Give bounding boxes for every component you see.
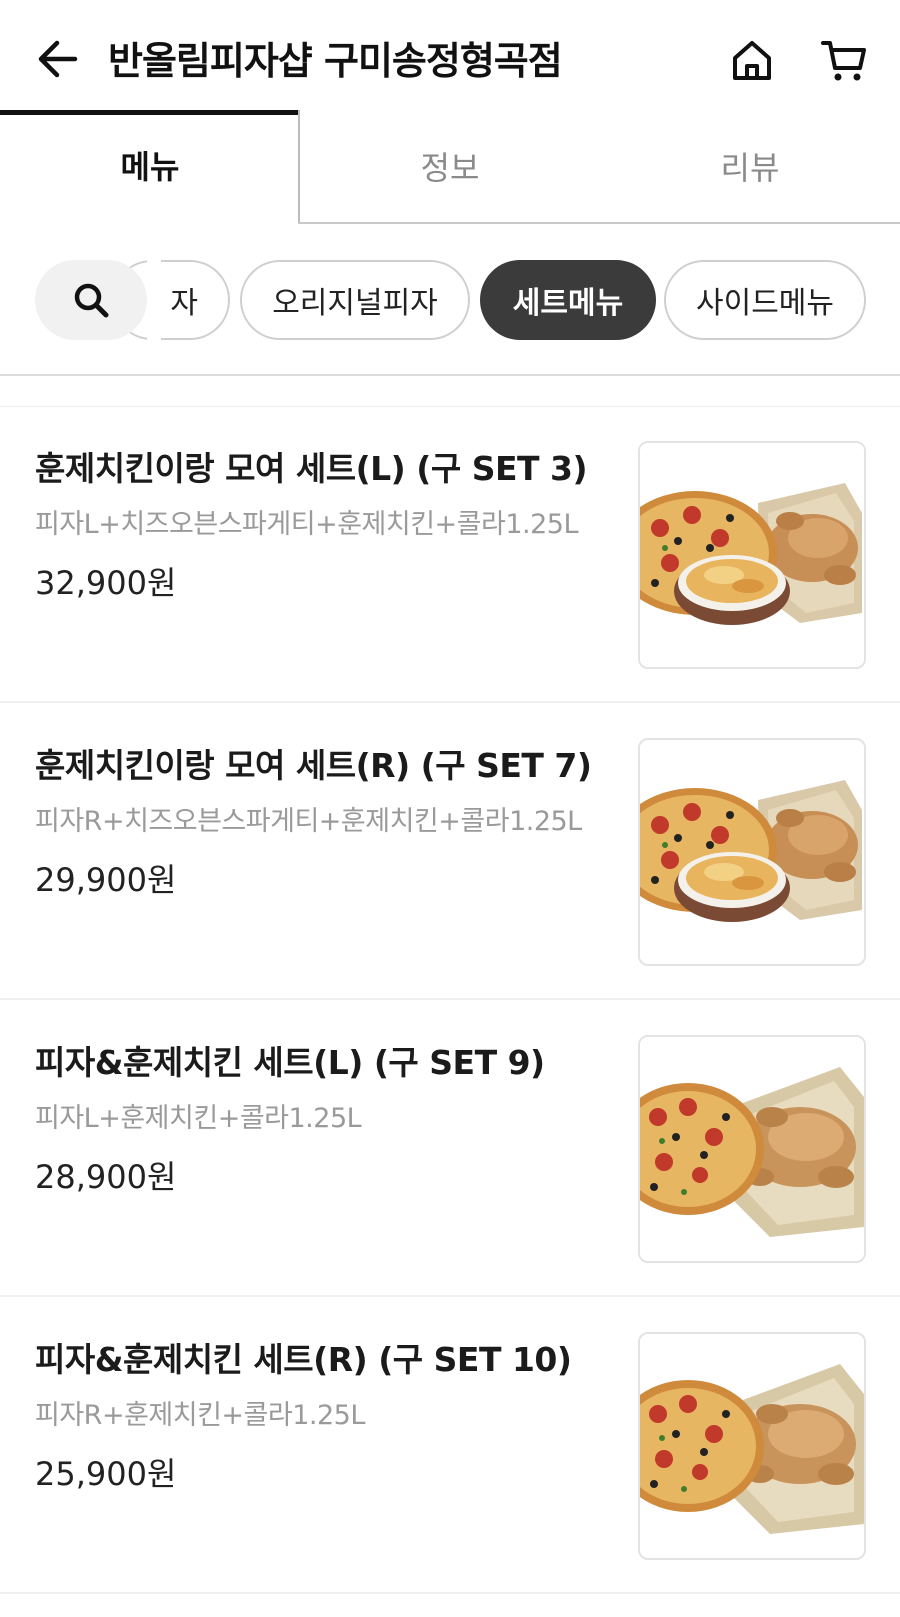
app-header: 반올림피자샵 구미송정형곡점 <box>0 0 900 110</box>
chip-label: 세트메뉴 <box>512 286 624 321</box>
tab-divider <box>298 110 300 224</box>
arrow-left-icon <box>38 40 78 78</box>
chip-label: 오리지널피자 <box>272 286 438 321</box>
menu-list: 훈제치킨이랑 모여 세트(L) (구 SET 3) 피자L+치즈오븐스파게티+훈… <box>0 406 900 1594</box>
menu-item-name: 피자&훈제치킨 세트(R) (구 SET 10) <box>35 1340 572 1379</box>
chip-label: 사이드메뉴 <box>696 286 834 321</box>
menu-item[interactable]: 피자&훈제치킨 세트(R) (구 SET 10) 피자R+훈제치킨+콜라1.25… <box>0 1297 900 1594</box>
menu-item-image <box>638 441 866 669</box>
cart-button[interactable] <box>818 34 870 86</box>
pizza-chicken-image <box>640 1037 864 1261</box>
section-gap <box>0 376 900 407</box>
category-chip-bar[interactable]: 자 오리지널피자 세트메뉴 사이드메뉴 <box>0 224 900 374</box>
menu-item-price: 28,900원 <box>35 1158 177 1196</box>
menu-item-image <box>638 1035 866 1263</box>
menu-item-description: 피자R+훈제치킨+콜라1.25L <box>35 1400 365 1431</box>
menu-item-image <box>638 1332 866 1560</box>
menu-item[interactable]: 훈제치킨이랑 모여 세트(L) (구 SET 3) 피자L+치즈오븐스파게티+훈… <box>0 406 900 703</box>
chip-side-menu[interactable]: 사이드메뉴 <box>664 260 866 340</box>
chip-set-menu[interactable]: 세트메뉴 <box>480 260 656 340</box>
menu-item-description: 피자L+훈제치킨+콜라1.25L <box>35 1103 362 1134</box>
menu-item-name: 피자&훈제치킨 세트(L) (구 SET 9) <box>35 1043 545 1082</box>
pizza-chicken-image <box>640 1334 864 1558</box>
chip-original-pizza[interactable]: 오리지널피자 <box>240 260 470 340</box>
tab-info[interactable]: 정보 <box>300 110 600 222</box>
home-icon <box>733 41 771 80</box>
chip-scroll-mask <box>147 254 161 344</box>
menu-item-price: 32,900원 <box>35 564 177 602</box>
category-search-button[interactable] <box>35 260 147 340</box>
menu-item[interactable]: 훈제치킨이랑 모여 세트(R) (구 SET 7) 피자R+치즈오븐스파게티+훈… <box>0 703 900 1000</box>
tab-menu[interactable]: 메뉴 <box>0 110 300 219</box>
page-title: 반올림피자샵 구미송정형곡점 <box>108 39 563 83</box>
menu-item-price: 29,900원 <box>35 861 177 899</box>
menu-item-price: 25,900원 <box>35 1455 177 1493</box>
menu-item-image <box>638 738 866 966</box>
tab-review[interactable]: 리뷰 <box>600 110 900 222</box>
menu-item-description: 피자R+치즈오븐스파게티+훈제치킨+콜라1.25L <box>35 806 582 837</box>
pizza-spaghetti-chicken-image <box>640 443 864 667</box>
home-button[interactable] <box>726 34 778 86</box>
tab-bar: 메뉴 정보 리뷰 <box>0 110 900 224</box>
menu-item-name: 훈제치킨이랑 모여 세트(R) (구 SET 7) <box>35 746 592 785</box>
chip-label: 자 <box>170 286 198 321</box>
back-button[interactable] <box>30 32 84 86</box>
cart-icon <box>821 41 866 81</box>
menu-item-description: 피자L+치즈오븐스파게티+훈제치킨+콜라1.25L <box>35 509 579 540</box>
pizza-spaghetti-chicken-image <box>640 740 864 964</box>
menu-item-name: 훈제치킨이랑 모여 세트(L) (구 SET 3) <box>35 449 588 488</box>
menu-item[interactable]: 피자&훈제치킨 세트(L) (구 SET 9) 피자L+훈제치킨+콜라1.25L… <box>0 1000 900 1297</box>
search-icon <box>74 283 109 318</box>
